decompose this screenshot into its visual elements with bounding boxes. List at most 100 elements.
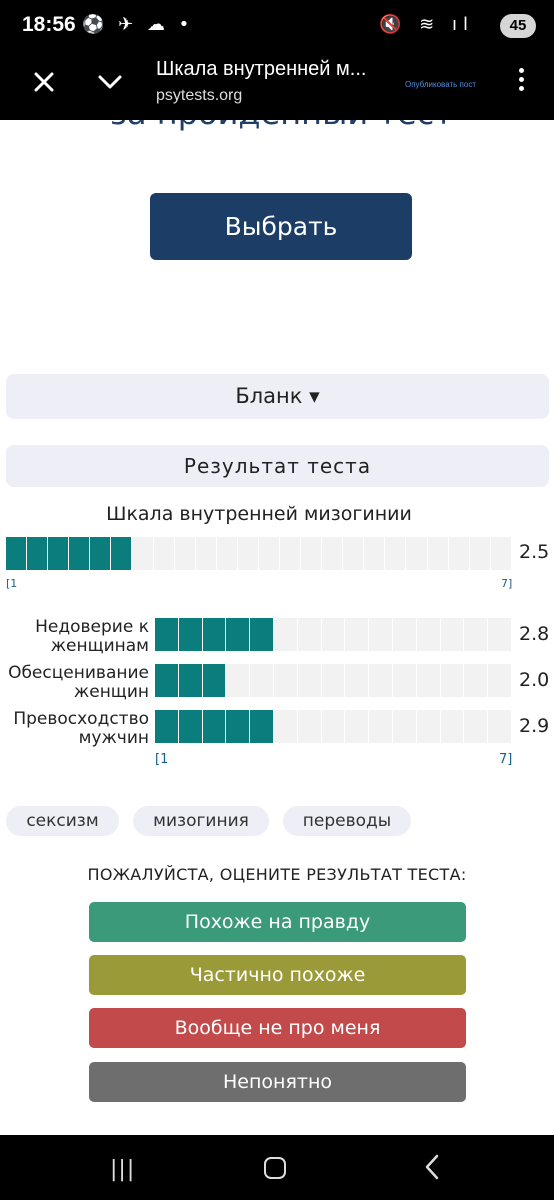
system-icons: 🔇 ≋ ıl [379, 14, 474, 35]
bar-cell-empty [238, 537, 259, 570]
bar-cell-empty [417, 664, 441, 697]
bar-cell-empty [464, 664, 489, 697]
bar-cell-empty [345, 618, 370, 651]
tag-sexism[interactable]: сексизм [6, 806, 119, 836]
rate-button-partial[interactable]: Частично похоже [89, 955, 466, 995]
bar-cell-empty [322, 710, 346, 743]
bar-cell-empty [132, 537, 154, 570]
tag-misogyny[interactable]: мизогиния [133, 806, 269, 836]
main-scale-max: 7] [501, 577, 513, 590]
page-url: psytests.org [156, 87, 243, 104]
subscale-value-distrust: 2.8 [519, 623, 550, 645]
bar-cell-empty [464, 710, 489, 743]
bar-cell-empty [274, 618, 298, 651]
bar-cell-empty [369, 618, 393, 651]
subscale-min: [1 [155, 752, 169, 767]
bar-cell-filled [250, 618, 274, 651]
bar-cell-empty [488, 664, 512, 697]
chevron-down-icon[interactable] [94, 66, 126, 98]
bar-cell-empty [345, 710, 370, 743]
page-title: Шкала внутренней м... [156, 58, 367, 80]
bar-cell-empty [406, 537, 428, 570]
rate-button-not-me[interactable]: Вообще не про меня [89, 1008, 466, 1048]
main-scale-value: 2.5 [519, 541, 550, 563]
bar-cell-empty [441, 710, 465, 743]
subscale-bar-distrust [155, 618, 512, 651]
bar-cell-empty [393, 618, 417, 651]
bar-cell-empty [369, 664, 393, 697]
bar-cell-filled [155, 618, 179, 651]
bar-cell-filled [155, 710, 179, 743]
bar-cell-empty [298, 710, 322, 743]
subscale-bar-devaluation [155, 664, 512, 697]
bar-cell-empty [322, 618, 346, 651]
bar-cell-empty [274, 710, 298, 743]
bar-cell-filled [226, 710, 251, 743]
bar-cell-empty [217, 537, 238, 570]
bar-cell-empty [428, 537, 449, 570]
rate-title: ПОЖАЛУЙСТА, ОЦЕНИТЕ РЕЗУЛЬТАТ ТЕСТА: [87, 865, 467, 884]
bar-cell-empty [154, 537, 175, 570]
back-icon[interactable] [422, 1153, 442, 1188]
tag-translations[interactable]: переводы [283, 806, 411, 836]
bar-cell-filled [226, 618, 251, 651]
scale-title: Шкала внутренней мизогинии [106, 503, 412, 525]
result-header[interactable]: Результат теста [6, 445, 549, 487]
bar-cell-empty [274, 664, 298, 697]
bar-cell-empty [259, 537, 281, 570]
status-bar: 18:56 ⚽ ✈ ☁ • 🔇 ≋ ıl 45 [0, 0, 554, 52]
home-icon[interactable] [264, 1157, 286, 1179]
bar-cell-empty [393, 664, 417, 697]
bar-cell-filled [48, 537, 70, 570]
bar-cell-filled [111, 537, 133, 570]
more-vertical-icon[interactable] [516, 68, 526, 96]
bar-cell-empty [464, 618, 489, 651]
bar-cell-empty [417, 618, 441, 651]
bar-cell-empty [441, 618, 465, 651]
rate-button-unclear[interactable]: Непонятно [89, 1062, 466, 1102]
subscale-label-distrust: Недоверие к женщинам [35, 617, 149, 656]
clock: 18:56 [22, 13, 76, 36]
bar-cell-empty [488, 618, 512, 651]
bar-cell-empty [393, 710, 417, 743]
bar-cell-filled [178, 618, 203, 651]
recents-icon[interactable]: ||| [110, 1157, 135, 1182]
bar-cell-empty [175, 537, 196, 570]
subscale-value-devaluation: 2.0 [519, 669, 550, 691]
bar-cell-empty [280, 537, 302, 570]
bar-cell-filled [202, 618, 227, 651]
choose-button[interactable]: Выбрать [150, 193, 412, 260]
section-heading: за пройденный тест [110, 120, 453, 132]
close-icon[interactable] [28, 66, 60, 98]
bar-cell-filled [90, 537, 112, 570]
bar-cell-empty [298, 618, 322, 651]
notification-icons: ⚽ ✈ ☁ • [82, 14, 194, 35]
system-nav-bar: ||| [0, 1135, 554, 1200]
blank-dropdown[interactable]: Бланк ▾ [6, 374, 549, 419]
page-content: за пройденный тест Выбрать Бланк ▾ Резул… [0, 120, 554, 1135]
subscale-value-superiority: 2.9 [519, 715, 550, 737]
bar-cell-empty [441, 664, 465, 697]
bar-cell-empty [250, 664, 274, 697]
subscale-label-devaluation: Обесценивание женщин [8, 663, 149, 702]
bar-cell-filled [69, 537, 91, 570]
bar-cell-empty [364, 537, 386, 570]
bar-cell-empty [322, 664, 346, 697]
bar-cell-empty [470, 537, 491, 570]
main-scale-bar [6, 537, 512, 570]
bar-cell-filled [178, 710, 203, 743]
bar-cell-filled [6, 537, 28, 570]
main-scale-min: [1 [6, 577, 18, 590]
bar-cell-empty [449, 537, 470, 570]
publish-post-link[interactable]: Опубликовать пост [405, 80, 476, 89]
browser-top-bar: Шкала внутренней м... psytests.org Опубл… [0, 52, 554, 120]
bar-cell-empty [226, 664, 251, 697]
bar-cell-filled [178, 664, 203, 697]
bar-cell-empty [417, 710, 441, 743]
subscale-max: 7] [499, 752, 513, 767]
bar-cell-empty [491, 537, 512, 570]
rate-button-true[interactable]: Похоже на правду [89, 902, 466, 942]
bar-cell-filled [27, 537, 49, 570]
bar-cell-empty [322, 537, 344, 570]
bar-cell-empty [345, 664, 370, 697]
